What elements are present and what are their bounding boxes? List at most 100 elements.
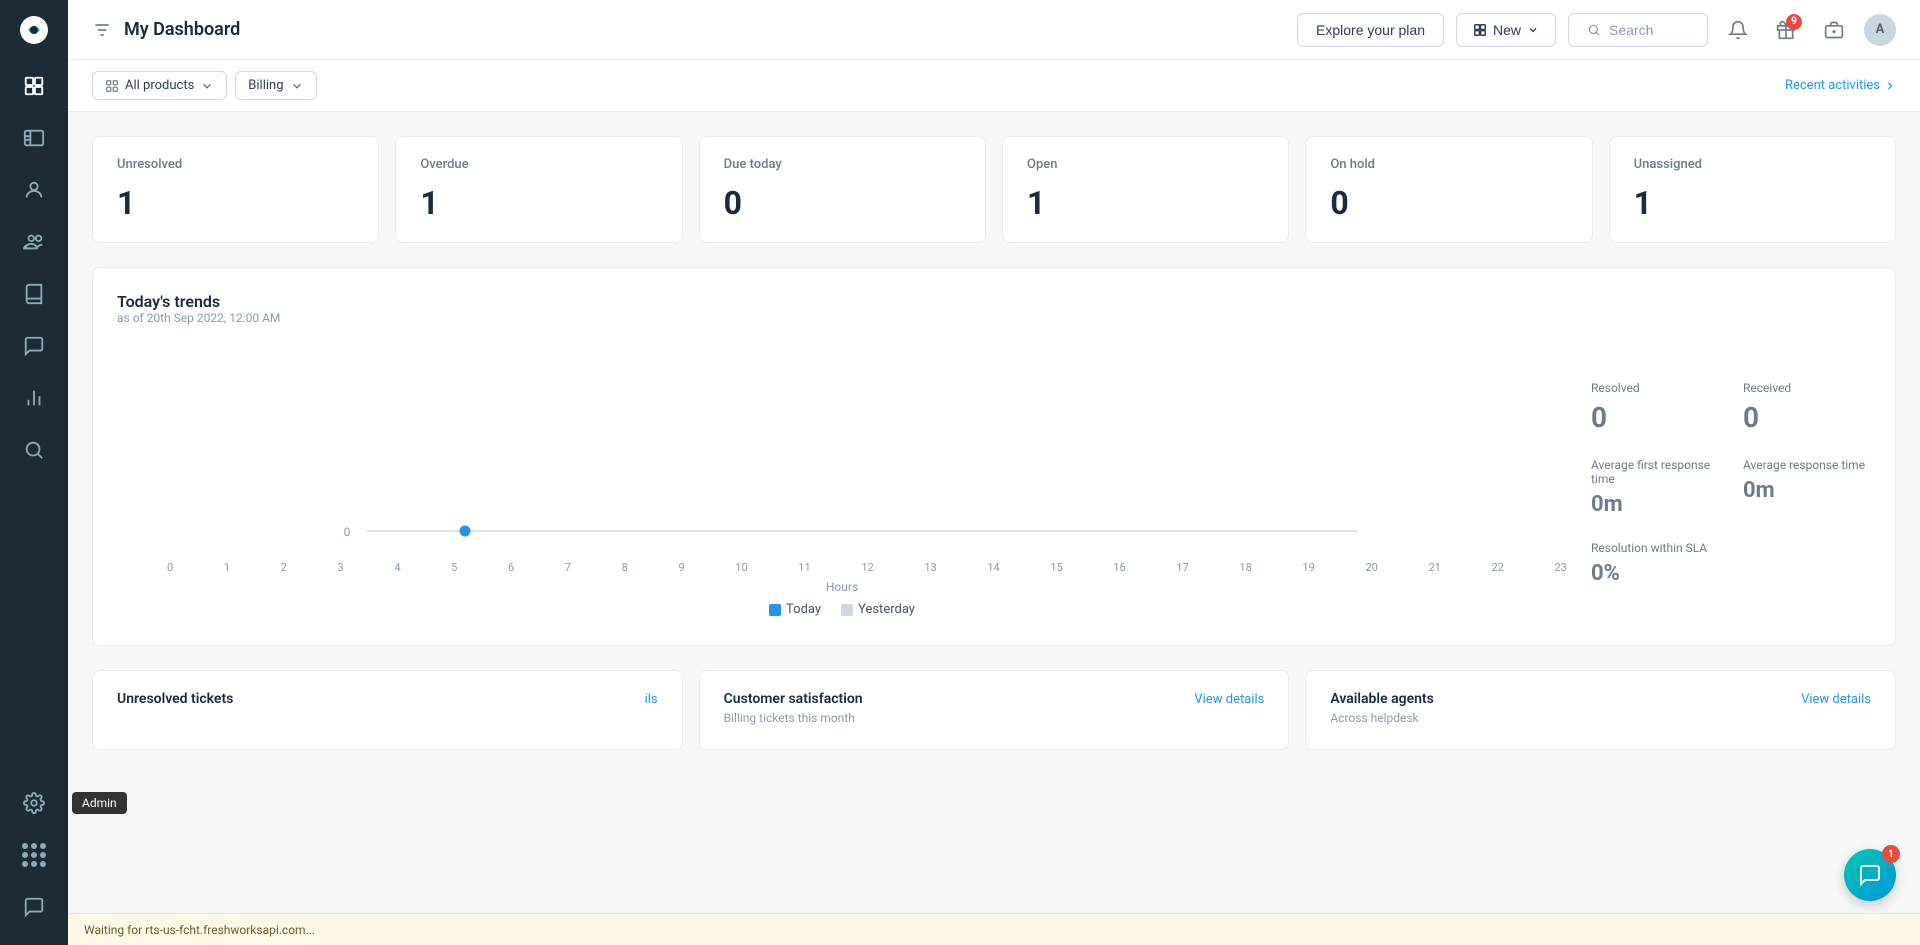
resolution-sla-value: 0% xyxy=(1591,561,1871,586)
stat-label-2: Due today xyxy=(724,157,961,172)
stat-label-3: Open xyxy=(1027,157,1264,172)
resolved-label: Resolved xyxy=(1591,381,1719,395)
stat-label-0: Unresolved xyxy=(117,157,354,172)
view-details-0[interactable]: ils xyxy=(645,692,658,707)
stat-cards: Unresolved 1 Overdue 1 Due today 0 Open … xyxy=(92,136,1896,243)
trends-title: Today's trends xyxy=(117,292,1871,311)
sidebar-item-apps[interactable] xyxy=(0,829,68,881)
chart-stats: Resolved 0 Received 0 Average first resp… xyxy=(1591,341,1871,621)
resolution-sla-label: Resolution within SLA xyxy=(1591,541,1871,555)
recent-activities-label: Recent activities xyxy=(1785,78,1880,93)
content-area: Unresolved 1 Overdue 1 Due today 0 Open … xyxy=(68,112,1920,945)
sidebar-item-search[interactable] xyxy=(0,424,68,476)
bottom-card-sub-1: Billing tickets this month xyxy=(724,711,1265,725)
legend-yesterday: Yesterday xyxy=(841,602,915,617)
suitcase-icon[interactable] xyxy=(1816,12,1852,48)
gift-icon[interactable]: 9 xyxy=(1768,12,1804,48)
stat-card-0[interactable]: Unresolved 1 xyxy=(92,136,379,243)
dot-grid-icon xyxy=(22,843,46,867)
resolved-value: 0 xyxy=(1591,401,1719,434)
trends-subtitle: as of 20th Sep 2022, 12:00 AM xyxy=(117,311,1871,325)
status-bar-text: Waiting for rts-us-fcht.freshworksapi.co… xyxy=(84,923,315,937)
topbar: My Dashboard Explore your plan New Searc… xyxy=(68,0,1920,60)
new-button-label: New xyxy=(1493,22,1521,38)
stat-value-4: 0 xyxy=(1330,184,1567,222)
yesterday-dot xyxy=(841,604,853,616)
stat-card-1[interactable]: Overdue 1 xyxy=(395,136,682,243)
new-button[interactable]: New xyxy=(1456,13,1556,47)
sidebar-item-admin[interactable]: Admin xyxy=(0,777,68,829)
stat-value-1: 1 xyxy=(420,184,657,222)
sidebar-item-tickets[interactable] xyxy=(0,112,68,164)
today-dot xyxy=(769,604,781,616)
sidebar-item-knowledge[interactable] xyxy=(0,268,68,320)
topbar-actions: Explore your plan New Search xyxy=(1297,12,1896,48)
sidebar-bottom: Admin xyxy=(0,777,68,945)
filter-icon[interactable] xyxy=(92,20,112,40)
stat-label-1: Overdue xyxy=(420,157,657,172)
stat-card-3[interactable]: Open 1 xyxy=(1002,136,1289,243)
resolution-sla-stat: Resolution within SLA 0% xyxy=(1591,541,1871,586)
stat-value-3: 1 xyxy=(1027,184,1264,222)
search-label: Search xyxy=(1609,22,1653,38)
received-label: Received xyxy=(1743,381,1871,395)
sidebar-item-reports[interactable] xyxy=(0,372,68,424)
sidebar-item-home[interactable] xyxy=(0,60,68,112)
sidebar-item-groups[interactable] xyxy=(0,216,68,268)
view-details-1[interactable]: View details xyxy=(1194,692,1264,707)
bottom-card-header-0: Unresolved tickets ils xyxy=(117,691,658,707)
bottom-card-2: Available agents View details Across hel… xyxy=(1305,670,1896,750)
billing-dropdown[interactable]: Billing xyxy=(235,71,316,100)
avg-response-label: Average response time xyxy=(1743,458,1871,472)
page-title: My Dashboard xyxy=(124,19,1285,40)
bottom-card-title-1: Customer satisfaction xyxy=(724,691,863,707)
bottom-section: Unresolved tickets ils Customer satisfac… xyxy=(92,670,1896,750)
bottom-card-header-2: Available agents View details xyxy=(1330,691,1871,707)
bottom-card-header-1: Customer satisfaction View details xyxy=(724,691,1265,707)
chat-fab[interactable]: 1 xyxy=(1844,849,1896,901)
trends-header: Today's trends as of 20th Sep 2022, 12:0… xyxy=(117,292,1871,325)
stat-value-0: 1 xyxy=(117,184,354,222)
yesterday-label: Yesterday xyxy=(858,602,915,617)
fab-badge: 1 xyxy=(1882,845,1900,863)
trends-section: Today's trends as of 20th Sep 2022, 12:0… xyxy=(92,267,1896,646)
sidebar-item-contacts[interactable] xyxy=(0,164,68,216)
bottom-card-title-2: Available agents xyxy=(1330,691,1434,707)
trends-chart: 0 xyxy=(117,341,1567,561)
notification-bell[interactable] xyxy=(1720,12,1756,48)
status-bar: Waiting for rts-us-fcht.freshworksapi.co… xyxy=(68,913,1920,945)
stat-card-4[interactable]: On hold 0 xyxy=(1305,136,1592,243)
resolved-stat: Resolved 0 xyxy=(1591,381,1719,434)
all-products-label: All products xyxy=(125,78,194,93)
stat-label-5: Unassigned xyxy=(1634,157,1871,172)
user-avatar[interactable]: A xyxy=(1864,14,1896,46)
explore-plan-button[interactable]: Explore your plan xyxy=(1297,13,1444,47)
avg-first-label: Average first response time xyxy=(1591,458,1719,486)
bottom-card-title-0: Unresolved tickets xyxy=(117,691,233,707)
subnav: All products Billing Recent activities xyxy=(68,60,1920,112)
stat-card-2[interactable]: Due today 0 xyxy=(699,136,986,243)
sidebar-item-conversations[interactable] xyxy=(0,320,68,372)
view-details-2[interactable]: View details xyxy=(1801,692,1871,707)
x-axis-label: Hours xyxy=(117,580,1567,594)
sidebar-logo[interactable] xyxy=(0,0,68,60)
chart-legend: Today Yesterday xyxy=(117,602,1567,617)
sidebar: Admin xyxy=(0,0,68,945)
avg-response-stat: Average response time 0m xyxy=(1743,458,1871,517)
main-content: My Dashboard Explore your plan New Searc… xyxy=(68,0,1920,945)
stat-label-4: On hold xyxy=(1330,157,1567,172)
avg-response-value: 0m xyxy=(1743,478,1871,503)
gift-badge: 9 xyxy=(1786,14,1802,30)
stat-value-2: 0 xyxy=(724,184,961,222)
avg-first-stat: Average first response time 0m xyxy=(1591,458,1719,517)
svg-text:0: 0 xyxy=(344,525,351,539)
search-button[interactable]: Search xyxy=(1568,13,1708,47)
legend-today: Today xyxy=(769,602,821,617)
stat-value-5: 1 xyxy=(1634,184,1871,222)
all-products-dropdown[interactable]: All products xyxy=(92,71,227,100)
sidebar-item-chat[interactable] xyxy=(0,881,68,933)
stat-card-5[interactable]: Unassigned 1 xyxy=(1609,136,1896,243)
bottom-card-0: Unresolved tickets ils xyxy=(92,670,683,750)
bottom-card-1: Customer satisfaction View details Billi… xyxy=(699,670,1290,750)
recent-activities-link[interactable]: Recent activities xyxy=(1785,78,1896,93)
